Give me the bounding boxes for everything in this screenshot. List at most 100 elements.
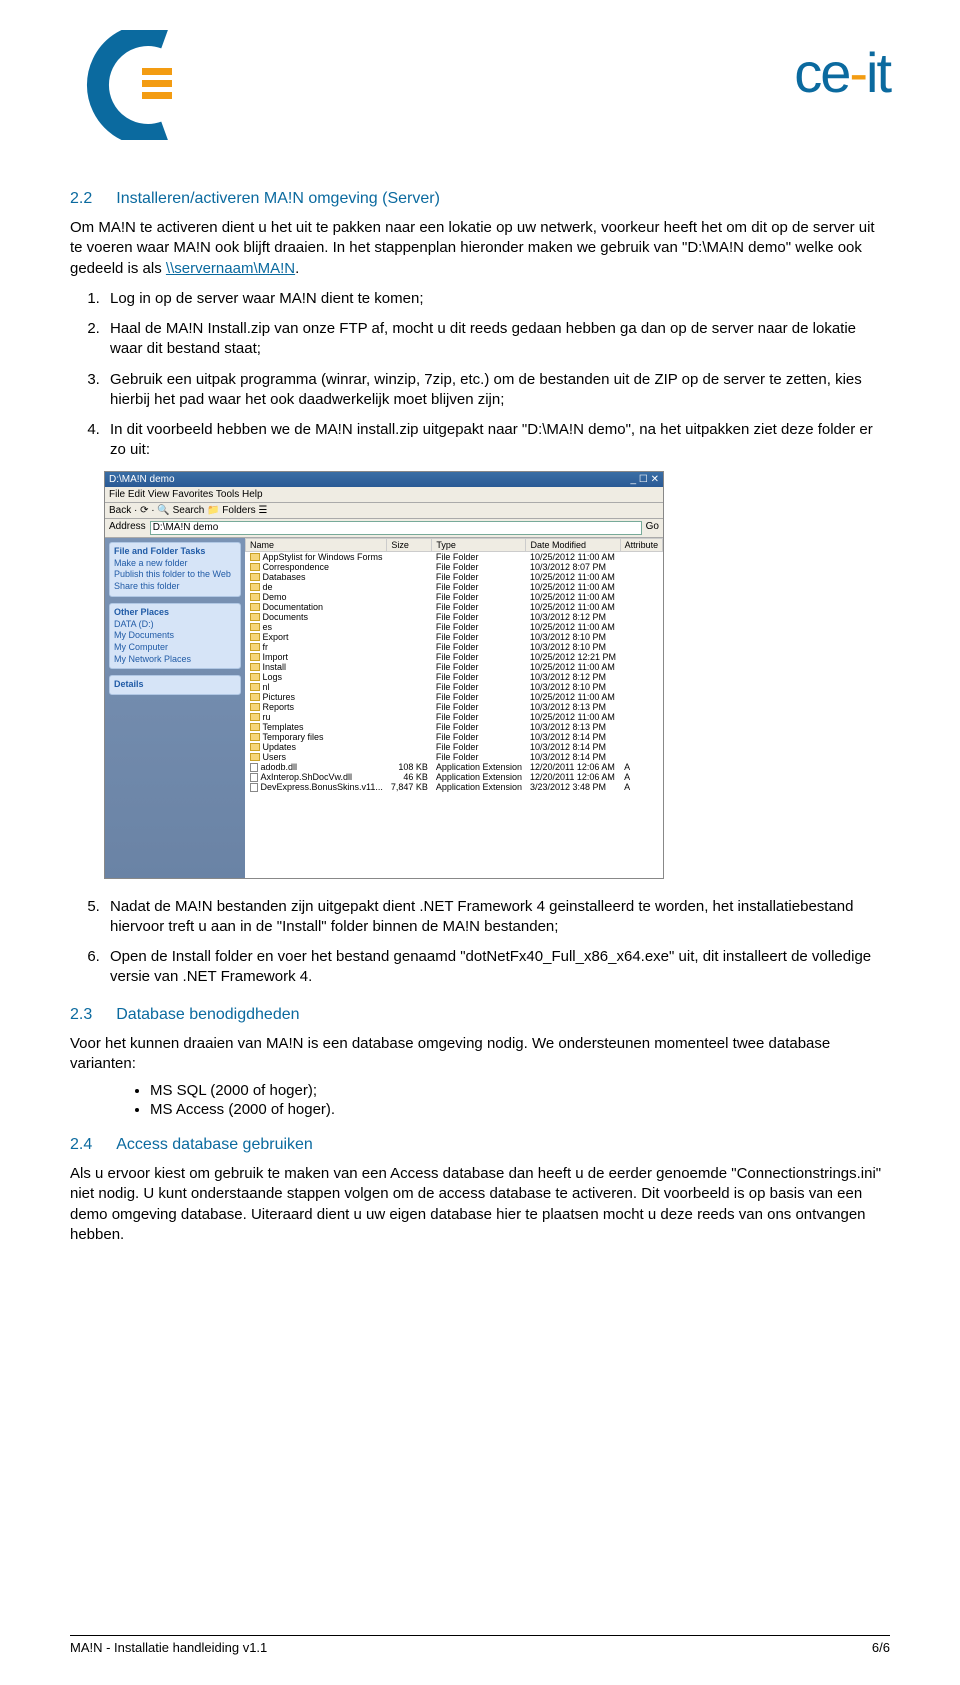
servername-link[interactable]: \\servernaam\MA!N xyxy=(166,260,295,277)
s23-bullets: MS SQL (2000 of hoger); MS Access (2000 … xyxy=(150,1082,890,1118)
file-list: Name Size Type Date Modified Attribute A… xyxy=(245,538,663,878)
brand-ce: ce xyxy=(794,41,849,104)
step-1: Log in op de server waar MA!N dient te k… xyxy=(104,289,890,309)
folder-icon xyxy=(250,653,260,661)
folder-icon xyxy=(250,633,260,641)
folder-icon xyxy=(250,643,260,651)
s23-intro: Voor het kunnen draaien van MA!N is een … xyxy=(70,1034,890,1075)
table-row[interactable]: PicturesFile Folder10/25/2012 11:00 AM xyxy=(246,692,663,702)
table-row[interactable]: CorrespondenceFile Folder10/3/2012 8:07 … xyxy=(246,562,663,572)
table-row[interactable]: adodb.dll108 KBApplication Extension12/2… xyxy=(246,762,663,772)
folder-icon xyxy=(250,663,260,671)
step-4: In dit voorbeeld hebben we de MA!N insta… xyxy=(104,420,890,461)
folder-icon xyxy=(250,693,260,701)
brand-dash: - xyxy=(849,41,866,104)
side-panel: File and Folder Tasks Make a new folder … xyxy=(105,538,245,878)
page-header: ce-it xyxy=(70,30,890,140)
toolbar[interactable]: Back · ⟳ · 🔍 Search 📁 Folders ☰ xyxy=(105,503,663,519)
table-row[interactable]: DocumentationFile Folder10/25/2012 11:00… xyxy=(246,602,663,612)
folder-icon xyxy=(250,753,260,761)
folder-icon xyxy=(250,593,260,601)
folder-icon xyxy=(250,623,260,631)
table-row[interactable]: DocumentsFile Folder10/3/2012 8:12 PM xyxy=(246,612,663,622)
table-row[interactable]: DemoFile Folder10/25/2012 11:00 AM xyxy=(246,592,663,602)
section-2-4-title: 2.4 Access database gebruiken xyxy=(70,1136,890,1154)
folder-icon xyxy=(250,723,260,731)
section-2-2-title: 2.2 Installeren/activeren MA!N omgeving (… xyxy=(70,190,890,208)
window-titlebar: D:\MA!N demo _ ☐ ✕ xyxy=(105,472,663,487)
step-5: Nadat de MA!N bestanden zijn uitgepakt d… xyxy=(104,897,890,938)
footer-right: 6/6 xyxy=(872,1640,890,1655)
file-icon xyxy=(250,773,258,782)
folder-icon xyxy=(250,703,260,711)
table-row[interactable]: TemplatesFile Folder10/3/2012 8:13 PM xyxy=(246,722,663,732)
col-name[interactable]: Name xyxy=(246,538,387,551)
folder-icon xyxy=(250,603,260,611)
section-number: 2.3 xyxy=(70,1006,92,1023)
table-row[interactable]: ExportFile Folder10/3/2012 8:10 PM xyxy=(246,632,663,642)
table-row[interactable]: frFile Folder10/3/2012 8:10 PM xyxy=(246,642,663,652)
go-button[interactable]: Go xyxy=(646,521,659,535)
table-row[interactable]: DevExpress.BonusSkins.v11...7,847 KBAppl… xyxy=(246,782,663,792)
address-input[interactable] xyxy=(150,521,642,535)
file-icon xyxy=(250,763,258,772)
s22-steps-continued: Nadat de MA!N bestanden zijn uitgepakt d… xyxy=(104,897,890,988)
table-row[interactable]: Temporary filesFile Folder10/3/2012 8:14… xyxy=(246,732,663,742)
file-icon xyxy=(250,783,258,792)
table-row[interactable]: DatabasesFile Folder10/25/2012 11:00 AM xyxy=(246,572,663,582)
col-attr[interactable]: Attribute xyxy=(620,538,663,551)
panel-details: Details xyxy=(109,675,241,695)
folder-icon xyxy=(250,743,260,751)
step-2: Haal de MA!N Install.zip van onze FTP af… xyxy=(104,319,890,360)
panel-other-places: Other Places DATA (D:) My Documents My C… xyxy=(109,603,241,670)
page-footer: MA!N - Installatie handleiding v1.1 6/6 xyxy=(70,1635,890,1655)
s24-intro: Als u ervoor kiest om gebruik te maken v… xyxy=(70,1164,890,1245)
table-row[interactable]: AppStylist for Windows FormsFile Folder1… xyxy=(246,551,663,562)
address-bar: Address Go xyxy=(105,519,663,538)
section-number: 2.2 xyxy=(70,190,92,207)
table-row[interactable]: ImportFile Folder10/25/2012 12:21 PM xyxy=(246,652,663,662)
folder-icon xyxy=(250,583,260,591)
logo-right: ce-it xyxy=(794,40,890,105)
table-row[interactable]: LogsFile Folder10/3/2012 8:12 PM xyxy=(246,672,663,682)
bullet-mssql: MS SQL (2000 of hoger); xyxy=(150,1082,890,1099)
explorer-screenshot: D:\MA!N demo _ ☐ ✕ File Edit View Favori… xyxy=(104,471,664,879)
footer-left: MA!N - Installatie handleiding v1.1 xyxy=(70,1640,267,1655)
folder-icon xyxy=(250,613,260,621)
folder-icon xyxy=(250,673,260,681)
section-heading: Installeren/activeren MA!N omgeving (Ser… xyxy=(116,190,440,207)
folder-icon xyxy=(250,733,260,741)
section-heading: Access database gebruiken xyxy=(116,1136,313,1153)
table-row[interactable]: deFile Folder10/25/2012 11:00 AM xyxy=(246,582,663,592)
table-row[interactable]: ruFile Folder10/25/2012 11:00 AM xyxy=(246,712,663,722)
brand-it: it xyxy=(866,41,890,104)
col-type[interactable]: Type xyxy=(432,538,526,551)
s22-steps: Log in op de server waar MA!N dient te k… xyxy=(104,289,890,461)
table-row[interactable]: UpdatesFile Folder10/3/2012 8:14 PM xyxy=(246,742,663,752)
menu-bar[interactable]: File Edit View Favorites Tools Help xyxy=(105,487,663,503)
logo-left xyxy=(70,30,190,140)
window-controls: _ ☐ ✕ xyxy=(631,474,659,485)
col-size[interactable]: Size xyxy=(387,538,432,551)
table-row[interactable]: esFile Folder10/25/2012 11:00 AM xyxy=(246,622,663,632)
folder-icon xyxy=(250,573,260,581)
section-heading: Database benodigdheden xyxy=(116,1006,299,1023)
step-3: Gebruik een uitpak programma (winrar, wi… xyxy=(104,370,890,411)
table-row[interactable]: InstallFile Folder10/25/2012 11:00 AM xyxy=(246,662,663,672)
folder-icon xyxy=(250,683,260,691)
table-row[interactable]: UsersFile Folder10/3/2012 8:14 PM xyxy=(246,752,663,762)
s22-intro: Om MA!N te activeren dient u het uit te … xyxy=(70,218,890,279)
section-2-3-title: 2.3 Database benodigdheden xyxy=(70,1006,890,1024)
folder-icon xyxy=(250,713,260,721)
folder-icon xyxy=(250,563,260,571)
col-date[interactable]: Date Modified xyxy=(526,538,620,551)
window-title: D:\MA!N demo xyxy=(109,474,175,485)
table-row[interactable]: ReportsFile Folder10/3/2012 8:13 PM xyxy=(246,702,663,712)
section-number: 2.4 xyxy=(70,1136,92,1153)
panel-file-tasks: File and Folder Tasks Make a new folder … xyxy=(109,542,241,597)
table-row[interactable]: nlFile Folder10/3/2012 8:10 PM xyxy=(246,682,663,692)
folder-icon xyxy=(250,553,260,561)
table-row[interactable]: AxInterop.ShDocVw.dll46 KBApplication Ex… xyxy=(246,772,663,782)
step-6: Open de Install folder en voer het besta… xyxy=(104,947,890,988)
bullet-msaccess: MS Access (2000 of hoger). xyxy=(150,1101,890,1118)
